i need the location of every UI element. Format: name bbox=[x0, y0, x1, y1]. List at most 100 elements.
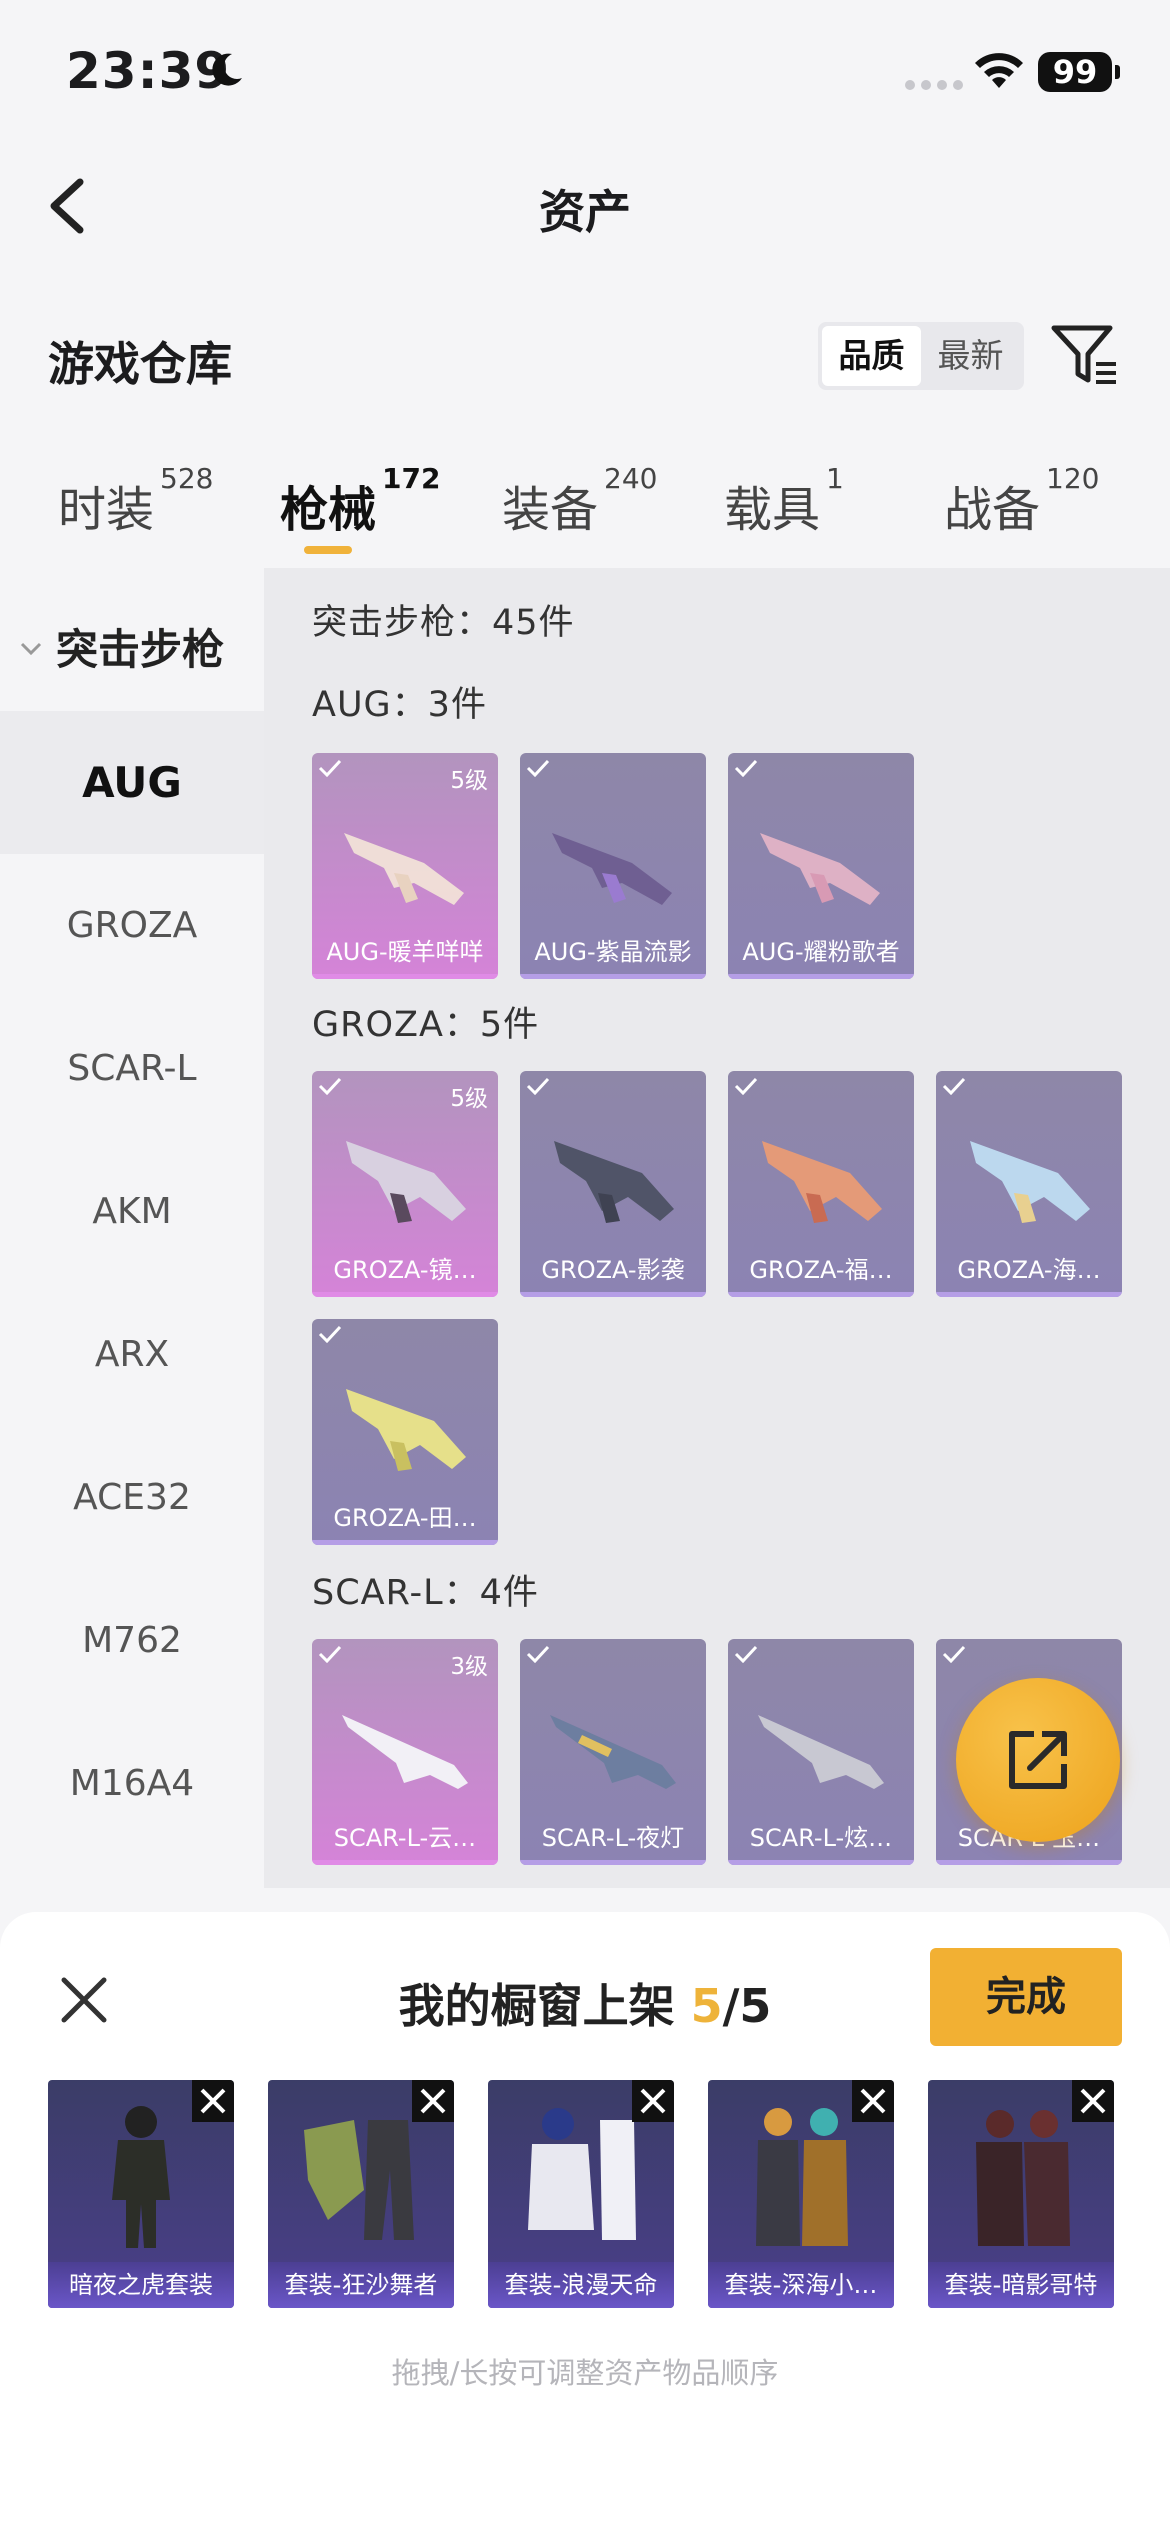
showcase-slot[interactable]: 套装-狂沙舞者 bbox=[268, 2080, 454, 2308]
group-title-scar-l: SCAR-L：4件 bbox=[312, 1573, 539, 1613]
category-item-m16a4[interactable]: M16A4 bbox=[0, 1712, 264, 1855]
remove-icon[interactable] bbox=[192, 2080, 234, 2122]
weapon-name: AUG-暖羊咩咩 bbox=[326, 938, 484, 966]
weapon-name: GROZA-镜… bbox=[333, 1256, 477, 1284]
rarity-bar bbox=[312, 1860, 498, 1865]
weapon-name: GROZA-田… bbox=[333, 1504, 477, 1532]
rarity-bar bbox=[312, 1292, 498, 1297]
showcase-current-count: 5 bbox=[690, 1979, 723, 2033]
showcase-slot[interactable]: 套装-暗影哥特 bbox=[928, 2080, 1114, 2308]
showcase-slot[interactable]: 套装-深海小… bbox=[708, 2080, 894, 2308]
rifle-icon bbox=[970, 1141, 1090, 1223]
tab-count: 1 bbox=[826, 462, 844, 495]
done-button[interactable]: 完成 bbox=[930, 1948, 1122, 2046]
showcase-item-name: 套装-狂沙舞者 bbox=[268, 2262, 454, 2308]
weapon-card[interactable]: GROZA-福… bbox=[728, 1071, 914, 1297]
remove-icon[interactable] bbox=[1072, 2080, 1114, 2122]
rarity-bar bbox=[312, 1540, 498, 1545]
checkmark-icon bbox=[526, 1077, 550, 1095]
tab-count: 172 bbox=[382, 462, 441, 495]
checkmark-icon bbox=[526, 1645, 550, 1663]
weapon-card[interactable]: 3级 SCAR-L-云… bbox=[312, 1639, 498, 1865]
rarity-bar bbox=[728, 974, 914, 979]
showcase-item-name: 套装-深海小… bbox=[708, 2262, 894, 2308]
reorder-hint: 拖拽/长按可调整资产物品顺序 bbox=[391, 2356, 779, 2390]
rarity-bar bbox=[520, 1860, 706, 1865]
tab-label: 枪械 bbox=[280, 482, 377, 538]
rarity-bar bbox=[520, 1292, 706, 1297]
weapon-name: GROZA-海… bbox=[957, 1256, 1101, 1284]
showcase-total-count: /5 bbox=[722, 1979, 772, 2033]
status-bar: 23:39 99 bbox=[0, 0, 1170, 150]
category-item-ace32[interactable]: ACE32 bbox=[0, 1426, 264, 1569]
weapon-card[interactable]: AUG-耀粉歌者 bbox=[728, 753, 914, 979]
share-export-button[interactable] bbox=[956, 1678, 1120, 1842]
sort-latest-option[interactable]: 最新 bbox=[921, 326, 1020, 386]
weapon-name: SCAR-L-云… bbox=[333, 1824, 477, 1852]
category-tabs: 时装528 枪械172 装备240 载具1 战备120 bbox=[0, 462, 1170, 570]
remove-icon[interactable] bbox=[412, 2080, 454, 2122]
outfit-figure-icon bbox=[528, 2108, 636, 2240]
external-link-icon bbox=[1009, 1731, 1067, 1789]
weapon-card[interactable]: GROZA-田… bbox=[312, 1319, 498, 1545]
weapon-card[interactable]: SCAR-L-夜灯 bbox=[520, 1639, 706, 1865]
rarity-bar bbox=[312, 974, 498, 979]
group-title-groza: GROZA：5件 bbox=[312, 1005, 540, 1045]
tab-firearms[interactable]: 枪械172 bbox=[280, 462, 440, 554]
rifle-icon bbox=[344, 833, 464, 905]
checkmark-icon bbox=[318, 759, 342, 777]
rifle-icon bbox=[758, 1715, 884, 1789]
showcase-item-name: 暗夜之虎套装 bbox=[48, 2262, 234, 2308]
weapon-card[interactable]: 5级 AUG-暖羊咩咩 bbox=[312, 753, 498, 979]
weapon-card[interactable]: 5级 GROZA-镜… bbox=[312, 1071, 498, 1297]
sort-segmented-control: 品质 最新 bbox=[818, 322, 1024, 390]
rifle-icon bbox=[550, 1715, 676, 1789]
outfit-figure-icon bbox=[112, 2106, 170, 2248]
weapon-name: GROZA-福… bbox=[749, 1256, 893, 1284]
showcase-slot[interactable]: 套装-浪漫天命 bbox=[488, 2080, 674, 2308]
category-item-arx[interactable]: ARX bbox=[0, 1283, 264, 1426]
weapon-card[interactable]: AUG-紫晶流影 bbox=[520, 753, 706, 979]
tab-count: 528 bbox=[160, 462, 214, 495]
category-item-m762[interactable]: M762 bbox=[0, 1569, 264, 1712]
tab-supplies[interactable]: 战备120 bbox=[944, 462, 1099, 540]
filter-icon[interactable] bbox=[1050, 322, 1120, 388]
rarity-bar bbox=[520, 974, 706, 979]
weapon-card[interactable]: SCAR-L-炫… bbox=[728, 1639, 914, 1865]
weapon-category-nav: 突击步枪 AUG GROZA SCAR-L AKM ARX ACE32 M762… bbox=[0, 568, 264, 1888]
rarity-bar bbox=[728, 1860, 914, 1865]
rifle-icon bbox=[552, 833, 672, 905]
tab-vehicle[interactable]: 载具1 bbox=[724, 462, 844, 540]
tab-label: 时装 bbox=[58, 482, 155, 538]
category-item-groza[interactable]: GROZA bbox=[0, 854, 264, 997]
tab-costume[interactable]: 时装528 bbox=[58, 462, 213, 540]
category-header[interactable]: 突击步枪 bbox=[20, 616, 224, 677]
weapon-name: AUG-紫晶流影 bbox=[534, 938, 692, 966]
rarity-bar bbox=[936, 1292, 1122, 1297]
weapon-name: AUG-耀粉歌者 bbox=[742, 938, 900, 966]
weapon-card[interactable]: GROZA-影袭 bbox=[520, 1071, 706, 1297]
tab-count: 240 bbox=[604, 462, 658, 495]
outfit-figure-icon bbox=[304, 2120, 414, 2240]
showcase-title-text: 我的橱窗上架 bbox=[398, 1979, 675, 2033]
showcase-slot[interactable]: 暗夜之虎套装 bbox=[48, 2080, 234, 2308]
remove-icon[interactable] bbox=[852, 2080, 894, 2122]
rifle-icon bbox=[554, 1141, 674, 1223]
remove-icon[interactable] bbox=[632, 2080, 674, 2122]
wifi-icon bbox=[975, 53, 1023, 88]
checkmark-icon bbox=[734, 1645, 758, 1663]
checkmark-icon bbox=[318, 1645, 342, 1663]
weapon-card[interactable]: GROZA-海… bbox=[936, 1071, 1122, 1297]
category-item-akm[interactable]: AKM bbox=[0, 1140, 264, 1283]
moon-icon bbox=[212, 53, 242, 86]
level-badge: 3级 bbox=[450, 1654, 488, 1680]
tab-equipment[interactable]: 装备240 bbox=[502, 462, 657, 540]
group-title-aug: AUG：3件 bbox=[312, 685, 487, 725]
showcase-item-name: 套装-浪漫天命 bbox=[488, 2262, 674, 2308]
category-item-aug[interactable]: AUG bbox=[0, 711, 264, 854]
checkmark-icon bbox=[318, 1077, 342, 1095]
showcase-item-name: 套装-暗影哥特 bbox=[928, 2262, 1114, 2308]
category-item-scar-l[interactable]: SCAR-L bbox=[0, 997, 264, 1140]
weapon-name: SCAR-L-炫… bbox=[749, 1824, 893, 1852]
sort-quality-option[interactable]: 品质 bbox=[822, 326, 921, 386]
